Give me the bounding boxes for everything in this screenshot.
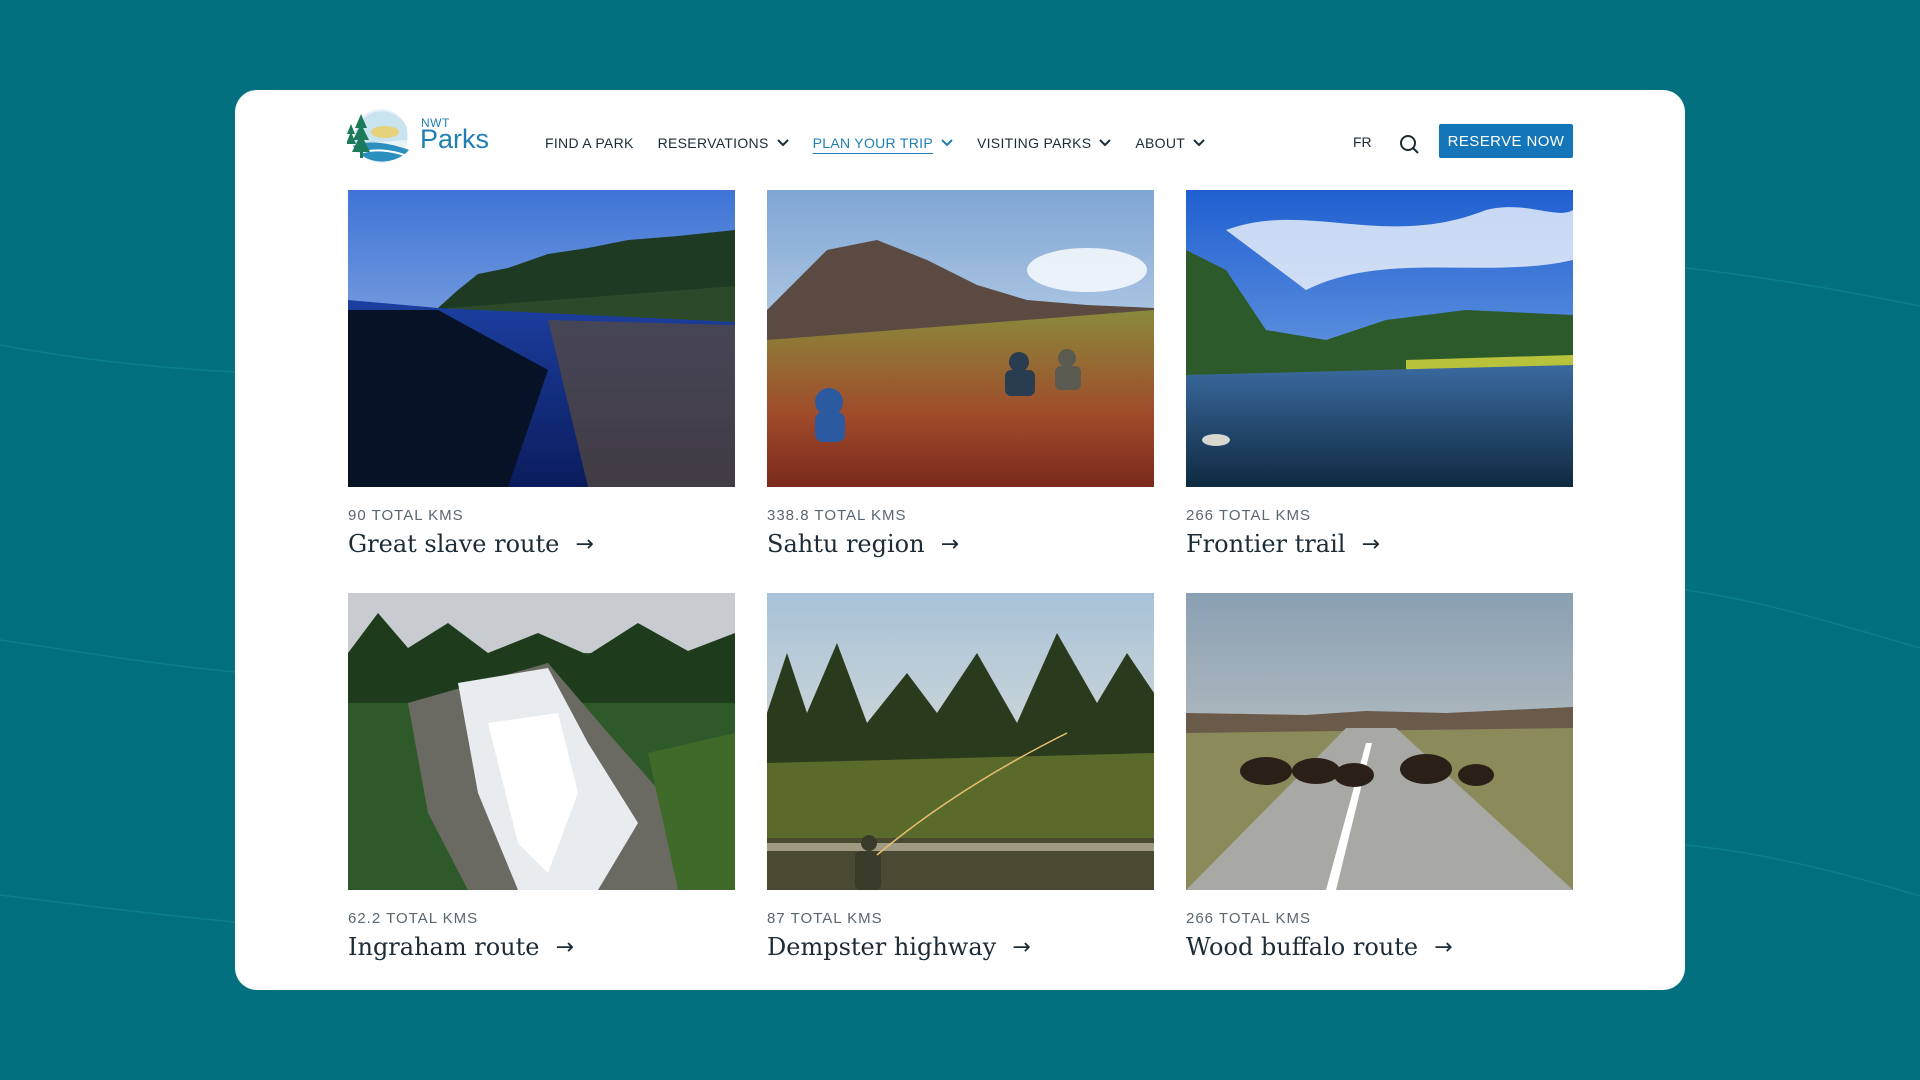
route-link[interactable]: Wood buffalo route → [1186, 933, 1453, 961]
nav-label: PLAN YOUR TRIP [812, 135, 933, 151]
route-title: Ingraham route [348, 933, 540, 961]
route-link[interactable]: Sahtu region → [767, 530, 959, 558]
route-card-frontier[interactable]: 266 TOTAL KMS Frontier trail → [1186, 190, 1573, 570]
search-icon[interactable] [1398, 133, 1420, 155]
route-distance: 87 TOTAL KMS [767, 910, 883, 927]
chevron-down-icon [941, 139, 953, 147]
route-link[interactable]: Ingraham route → [348, 933, 574, 961]
arrow-right-icon: → [1361, 531, 1380, 557]
tundra-hikers-photo [767, 190, 1154, 487]
arrow-right-icon: → [1012, 934, 1031, 960]
main-navigation: FIND A PARK RESERVATIONS PLAN YOUR TRIP … [545, 133, 1229, 153]
river-forest-photo [348, 190, 735, 487]
chevron-down-icon [1193, 139, 1205, 147]
route-title: Sahtu region [767, 530, 925, 558]
nav-label: ABOUT [1135, 135, 1186, 151]
chevron-down-icon [776, 139, 789, 147]
nav-label: RESERVATIONS [657, 135, 769, 151]
route-title: Dempster highway [767, 933, 997, 961]
nav-find-a-park[interactable]: FIND A PARK [545, 135, 634, 151]
route-distance: 266 TOTAL KMS [1186, 507, 1311, 524]
lake-sky-photo [1186, 190, 1573, 487]
route-title: Great slave route [348, 530, 560, 558]
route-card-sahtu[interactable]: 338.8 TOTAL KMS Sahtu region → [767, 190, 1154, 570]
nav-about[interactable]: ABOUT [1135, 135, 1205, 151]
route-distance: 266 TOTAL KMS [1186, 910, 1311, 927]
route-card-wood-buffalo[interactable]: 266 TOTAL KMS Wood buffalo route → [1186, 593, 1573, 973]
nav-label: VISITING PARKS [976, 135, 1092, 151]
nav-plan-your-trip[interactable]: PLAN YOUR TRIP [813, 135, 953, 151]
route-distance: 62.2 TOTAL KMS [348, 910, 479, 927]
nav-visiting-parks[interactable]: VISITING PARKS [976, 135, 1112, 151]
language-toggle[interactable]: FR [1353, 134, 1372, 150]
route-title: Frontier trail [1186, 530, 1346, 558]
bison-road-photo [1186, 593, 1573, 890]
route-card-ingraham[interactable]: 62.2 TOTAL KMS Ingraham route → [348, 593, 735, 973]
arrow-right-icon: → [1434, 934, 1453, 960]
nav-label: FIND A PARK [545, 135, 634, 151]
arrow-right-icon: → [940, 531, 959, 557]
arrow-right-icon: → [575, 531, 594, 557]
route-link[interactable]: Dempster highway → [767, 933, 1031, 961]
nav-reservations[interactable]: RESERVATIONS [658, 135, 789, 151]
route-distance: 338.8 TOTAL KMS [767, 507, 907, 524]
fly-fishing-photo [767, 593, 1154, 890]
route-link[interactable]: Great slave route → [348, 530, 594, 558]
route-card-great-slave[interactable]: 90 TOTAL KMS Great slave route → [348, 190, 735, 570]
route-card-dempster[interactable]: 87 TOTAL KMS Dempster highway → [767, 593, 1154, 973]
arrow-right-icon: → [555, 934, 574, 960]
logo-brand-text: Parks [420, 124, 490, 154]
route-distance: 90 TOTAL KMS [348, 507, 464, 524]
parks-logo-icon [347, 109, 409, 163]
reserve-now-button[interactable]: RESERVE NOW [1439, 124, 1573, 158]
route-title: Wood buffalo route [1186, 933, 1419, 961]
main-card: NWT Parks FIND A PARK RESERVATIONS PLAN … [235, 90, 1685, 990]
waterfall-photo [348, 593, 735, 890]
chevron-down-icon [1099, 139, 1112, 147]
nwt-parks-logo[interactable]: NWT Parks [347, 106, 490, 168]
route-link[interactable]: Frontier trail → [1186, 530, 1380, 558]
